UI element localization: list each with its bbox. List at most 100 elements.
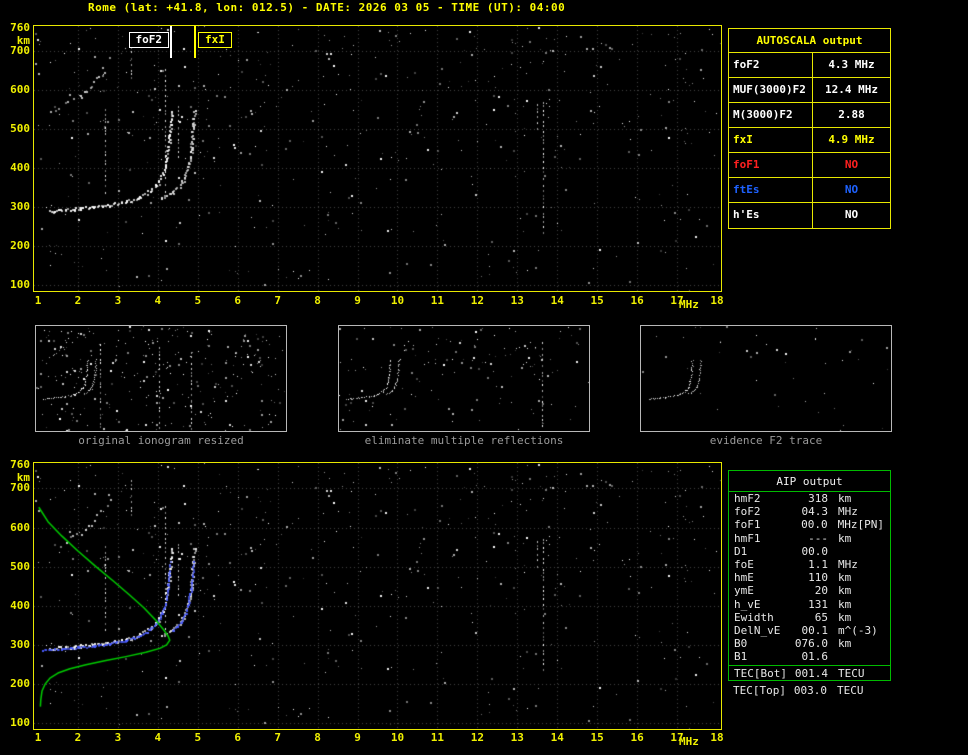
aip-parameter-unit: km — [838, 531, 852, 545]
aip-parameter-value: --- — [808, 531, 828, 545]
aip-parameter-value: 20 — [814, 584, 828, 598]
aip-parameter-unit: MHz — [838, 505, 858, 519]
aip-table-row: hmF1 --- km — [729, 532, 890, 545]
y-tick-label: 700 — [10, 481, 30, 495]
aip-table-row: DelN_vE 00.1 m^(-3) — [729, 624, 890, 637]
thumbnail-f2-trace-canvas — [641, 326, 891, 431]
aip-parameter-label: foF2 — [734, 505, 761, 519]
autoscala-table-row: foF2 4.3 MHz — [729, 53, 890, 78]
y-tick-label: 700 — [10, 44, 30, 58]
thumbnail-eliminate-canvas — [339, 326, 589, 431]
aip-parameter-label: Ewidth — [734, 610, 774, 624]
aip-table-row: h_vE 131 km — [729, 598, 890, 611]
autoscala-table-row: MUF(3000)F2 12.4 MHz — [729, 78, 890, 103]
autoscala-parameter-value: 12.4 MHz — [825, 83, 878, 96]
x-tick-label: 18 — [710, 294, 724, 307]
x-tick-label: 8 — [314, 294, 321, 307]
x-tick-label: 3 — [114, 294, 122, 307]
aip-parameter-unit: TECU — [838, 667, 865, 681]
y-axis-unit-label: km — [16, 34, 30, 47]
fxi-marker-label: fxI — [198, 32, 232, 48]
x-tick-label: 9 — [354, 294, 361, 307]
autoscala-parameter-label: foF2 — [729, 53, 813, 77]
aip-parameter-value: 131 — [808, 597, 828, 611]
x-tick-label: 4 — [154, 294, 162, 307]
autoscala-parameter-label: fxI — [729, 128, 813, 152]
aip-parameter-value: 110 — [808, 571, 828, 585]
autoscala-table-body: foF2 4.3 MHz MUF(3000)F2 12.4 MHz M(3000)F2 2… — [729, 53, 890, 228]
autoscala-window: Rome (lat: +41.8, lon: 012.5) - DATE: 20… — [0, 0, 968, 755]
aip-parameter-value: 00.0 — [801, 544, 829, 558]
thumbnail-caption-original: original ionogram resized — [78, 434, 244, 447]
aip-parameter-value: 076.0 — [794, 637, 828, 651]
aip-parameter-value: 01.6 — [801, 650, 829, 664]
aip-parameter-unit: km — [838, 492, 852, 505]
y-tick-label: 100 — [10, 278, 30, 292]
x-tick-label: 15 — [590, 731, 604, 744]
y-tick-label: 600 — [10, 520, 30, 534]
aip-parameter-label: TEC[Bot] — [734, 667, 787, 679]
aip-table-row: hmE 110 km — [729, 571, 890, 584]
x-axis-unit-label: MHz — [679, 735, 699, 748]
scaled-ionogram-yaxis: 760 700 600 500 400 300 200 100 km — [2, 21, 31, 295]
x-tick-label: 12 — [470, 294, 484, 307]
fof2-marker-label: foF2 — [128, 32, 169, 48]
x-tick-label: 13 — [510, 294, 524, 307]
aip-parameter-unit: m^(-3) — [838, 623, 878, 637]
reconstructed-ionogram-yaxis: 760 700 600 500 400 300 200 100 km — [2, 459, 31, 734]
aip-parameter-unit: TECU — [837, 684, 864, 697]
aip-parameter-flag: [PN] — [857, 518, 885, 532]
aip-parameter-label: DelN_vE — [734, 623, 781, 637]
scaled-ionogram-xaxis: 1 2 3 4 5 6 7 8 9 10 11 12 13 14 15 16 17 18 MHz — [33, 294, 743, 312]
aip-parameter-value: 1.1 — [808, 557, 828, 571]
autoscala-parameter-value: NO — [844, 208, 859, 221]
y-tick-label: 100 — [10, 716, 30, 730]
x-tick-label: 6 — [234, 731, 242, 744]
aip-parameter-value: 003.0 — [793, 684, 827, 697]
aip-table-row: B0 076.0 km — [729, 637, 890, 650]
aip-parameter-value: 04.3 — [801, 505, 829, 519]
thumbnail-caption-f2-trace: evidence F2 trace — [709, 434, 823, 447]
aip-parameter-unit: MHz — [838, 557, 858, 571]
y-tick-label: 600 — [10, 83, 30, 97]
thumbnail-original-ionogram — [35, 325, 287, 432]
x-tick-label: 11 — [430, 294, 445, 307]
scaled-ionogram-canvas — [34, 26, 721, 291]
fxi-marker-line — [194, 26, 196, 58]
y-tick-label: 400 — [10, 598, 30, 612]
y-tick-label: 760 — [10, 21, 30, 34]
aip-parameter-label: B0 — [734, 637, 748, 651]
y-tick-label: 500 — [10, 559, 30, 573]
y-tick-label: 500 — [10, 122, 30, 136]
y-axis-unit-label: km — [16, 471, 30, 484]
autoscala-table-title: AUTOSCALA output — [729, 29, 890, 53]
y-tick-label: 300 — [10, 200, 30, 214]
autoscala-parameter-label: M(3000)F2 — [729, 103, 813, 127]
x-tick-label: 5 — [194, 731, 202, 744]
aip-table-row: TEC[Bot] 001.4 TECU — [729, 665, 890, 681]
x-axis-unit-label: MHz — [679, 298, 699, 311]
aip-parameter-label: hmE — [734, 571, 754, 585]
x-tick-label: 7 — [274, 731, 281, 744]
y-tick-label: 400 — [10, 161, 30, 175]
aip-parameter-label: hmF1 — [734, 531, 761, 545]
x-tick-label: 1 — [34, 294, 42, 307]
autoscala-parameter-value: 2.88 — [838, 108, 865, 121]
aip-tec-top-row-container: TEC[Top] 003.0 TECU — [728, 684, 891, 697]
aip-table-row: B1 01.6 — [729, 650, 890, 663]
aip-parameter-label: D1 — [734, 544, 748, 558]
x-tick-label: 7 — [274, 294, 281, 307]
x-tick-label: 1 — [34, 731, 42, 744]
aip-parameter-unit: km — [838, 597, 852, 611]
x-tick-label: 16 — [630, 294, 644, 307]
aip-table-body: hmF2 318 km foF2 04.3 MHz foF1 00.0 MHz [PN] hmF1-… — [729, 492, 890, 681]
aip-parameter-unit: km — [838, 610, 852, 624]
x-tick-label: 8 — [314, 731, 321, 744]
reconstructed-ionogram-plot — [33, 462, 722, 730]
autoscala-table-row: M(3000)F2 2.88 — [729, 103, 890, 128]
x-tick-label: 4 — [154, 731, 162, 744]
x-tick-label: 12 — [470, 731, 484, 744]
scaled-ionogram-plot: foF2 fxI — [33, 25, 722, 292]
aip-output-table: AIP output hmF2 318 km foF2 04.3 MHz foF1 00.0 M… — [728, 470, 891, 681]
thumbnail-original-canvas — [36, 326, 286, 431]
